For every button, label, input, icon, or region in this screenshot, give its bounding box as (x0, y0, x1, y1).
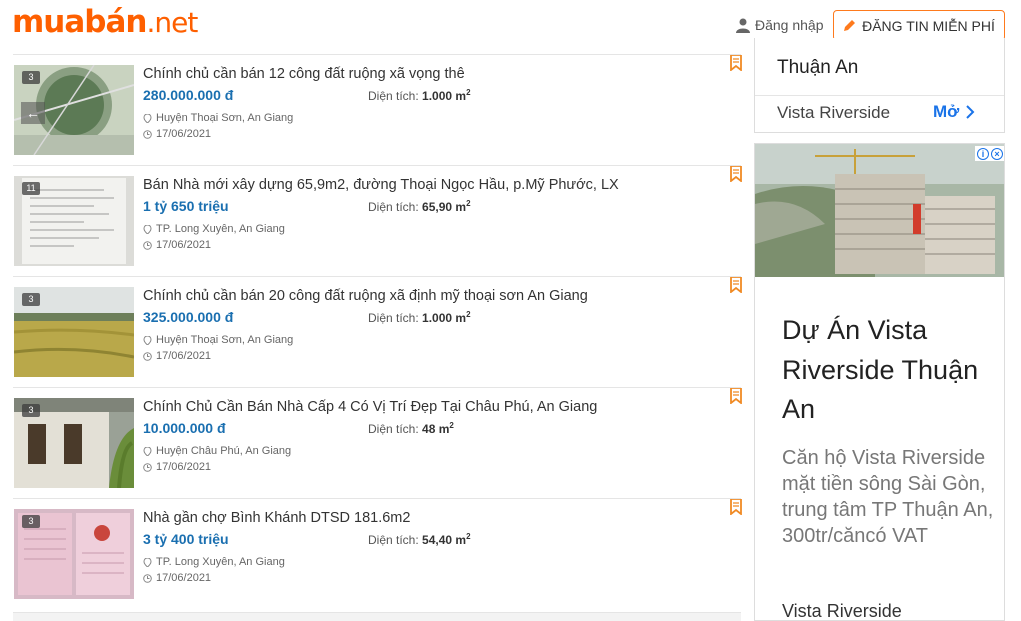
listing-price: 1 tỷ 650 triệu (143, 198, 229, 214)
listing-price: 10.000.000 đ (143, 420, 226, 436)
listing-title[interactable]: Nhà gần chợ Bình Khánh DTSD 181.6m2 (143, 510, 410, 526)
area-label: Diện tích: (368, 422, 419, 436)
listing-title[interactable]: Bán Nhà mới xây dựng 65,9m2, đường Thoại… (143, 177, 619, 193)
listing-item[interactable]: 11 Bán Nhà mới xây dựng 65,9m2, đường Th… (13, 165, 742, 276)
listing-location: Huyện Châu Phú, An Giang (143, 445, 291, 457)
bookmark-icon[interactable] (730, 277, 742, 293)
listing-area: Diện tích: 1.000 m2 (368, 310, 471, 325)
display-ad[interactable]: i × Dự Án Vista Riverside Thuận An Căn hộ… (754, 143, 1005, 621)
area-label: Diện tích: (368, 311, 419, 325)
post-free-ad-button[interactable]: ĐĂNG TIN MIỄN PHÍ (833, 10, 1005, 41)
image-count-badge: 3 (22, 515, 40, 528)
listing-location: TP. Long Xuyên, An Giang (143, 223, 285, 235)
listing-thumbnail[interactable]: 3 (14, 398, 134, 488)
logo-tld: .net (146, 6, 198, 39)
listing-price: 3 tỷ 400 triệu (143, 531, 229, 547)
adchoices-icon[interactable]: i × (975, 146, 1004, 161)
listing-location: Huyện Thoại Sơn, An Giang (143, 112, 293, 124)
pencil-icon (844, 20, 856, 31)
ad-description: Căn hộ Vista Riverside mặt tiền sông Sài… (782, 447, 994, 547)
clock-icon (143, 351, 152, 361)
sidebar-ad-card[interactable]: Thuận An Vista Riverside Mở (754, 38, 1005, 133)
listing-price: 280.000.000 đ (143, 87, 234, 103)
listing-thumbnail[interactable]: 3 (14, 287, 134, 377)
bookmark-icon[interactable] (730, 55, 742, 71)
login-link[interactable]: Đăng nhập (736, 14, 824, 36)
listing-date: 17/06/2021 (143, 128, 211, 140)
login-label: Đăng nhập (755, 17, 824, 33)
map-pin-icon (143, 335, 152, 345)
listing-area: Diện tích: 54,40 m2 (368, 532, 471, 547)
image-count-badge: 3 (22, 71, 40, 84)
image-count-badge: 3 (22, 293, 40, 306)
map-pin-icon (143, 224, 152, 234)
building-construction-image (755, 144, 1004, 277)
listing-title[interactable]: Chính chủ cần bán 20 công đất ruộng xã đ… (143, 288, 588, 304)
listing-thumbnail[interactable]: 3 (14, 509, 134, 599)
site-logo[interactable]: muabán.net (12, 4, 198, 40)
clock-icon (143, 240, 152, 250)
next-section-strip (13, 612, 741, 621)
listing-thumbnail[interactable]: 11 (14, 176, 134, 266)
area-value: 65,90 m2 (422, 199, 471, 214)
listing-list: 3 ← Chính chủ cần bán 12 công đất ruộng … (13, 54, 742, 609)
listing-date: 17/06/2021 (143, 461, 211, 473)
listing-item[interactable]: 3 Chính Chủ Cần Bán Nhà Cấp 4 Có Vị Trí … (13, 387, 742, 498)
clock-icon (143, 573, 152, 583)
listing-item[interactable]: 3 ← Chính chủ cần bán 12 công đất ruộng … (13, 54, 742, 165)
listing-location: Huyện Thoại Sơn, An Giang (143, 334, 293, 346)
listing-date: 17/06/2021 (143, 350, 211, 362)
logo-main: muabán (12, 4, 147, 40)
listing-location: TP. Long Xuyên, An Giang (143, 556, 285, 568)
clock-icon (143, 129, 152, 139)
listing-price: 325.000.000 đ (143, 309, 234, 325)
area-value: 54,40 m2 (422, 532, 471, 547)
map-pin-icon (143, 446, 152, 456)
area-label: Diện tích: (368, 200, 419, 214)
area-value: 1.000 m2 (422, 88, 471, 103)
ad-photo[interactable]: i × (755, 144, 1004, 277)
map-pin-icon (143, 113, 152, 123)
divider (755, 95, 1004, 96)
listing-item[interactable]: 3 Chính chủ cần bán 20 công đất ruộng xã… (13, 276, 742, 387)
sidebar-card-advertiser: Vista Riverside (777, 103, 891, 122)
bookmark-icon[interactable] (730, 166, 742, 182)
ad-advertiser-name[interactable]: Vista Riverside (782, 601, 902, 620)
image-count-badge: 11 (22, 182, 40, 195)
listing-title[interactable]: Chính Chủ Cần Bán Nhà Cấp 4 Có Vị Trí Đẹ… (143, 399, 597, 415)
area-value: 1.000 m2 (422, 310, 471, 325)
area-label: Diện tích: (368, 533, 419, 547)
listing-thumbnail[interactable]: 3 ← (14, 65, 134, 155)
post-button-label: ĐĂNG TIN MIỄN PHÍ (862, 17, 995, 34)
listing-item[interactable]: 3 Nhà gần chợ Bình Khánh DTSD 181.6m2 3 … (13, 498, 742, 609)
listing-title[interactable]: Chính chủ cần bán 12 công đất ruộng xã v… (143, 66, 465, 82)
listing-date: 17/06/2021 (143, 239, 211, 251)
prev-image-arrow-icon[interactable]: ← (21, 102, 45, 124)
map-pin-icon (143, 557, 152, 567)
open-link[interactable]: Mở (933, 102, 975, 122)
area-label: Diện tích: (368, 89, 419, 103)
bookmark-icon[interactable] (730, 388, 742, 404)
listing-area: Diện tích: 48 m2 (368, 421, 454, 436)
ad-headline[interactable]: Dự Án Vista Riverside Thuận An (782, 311, 992, 430)
listing-area: Diện tích: 1.000 m2 (368, 88, 471, 103)
listing-date: 17/06/2021 (143, 572, 211, 584)
bookmark-icon[interactable] (730, 499, 742, 515)
image-count-badge: 3 (22, 404, 40, 417)
listing-area: Diện tích: 65,90 m2 (368, 199, 471, 214)
chevron-right-icon (966, 105, 975, 119)
area-value: 48 m2 (422, 421, 454, 436)
sidebar-card-title: Thuận An (777, 57, 859, 78)
clock-icon (143, 462, 152, 472)
user-icon (736, 18, 750, 33)
